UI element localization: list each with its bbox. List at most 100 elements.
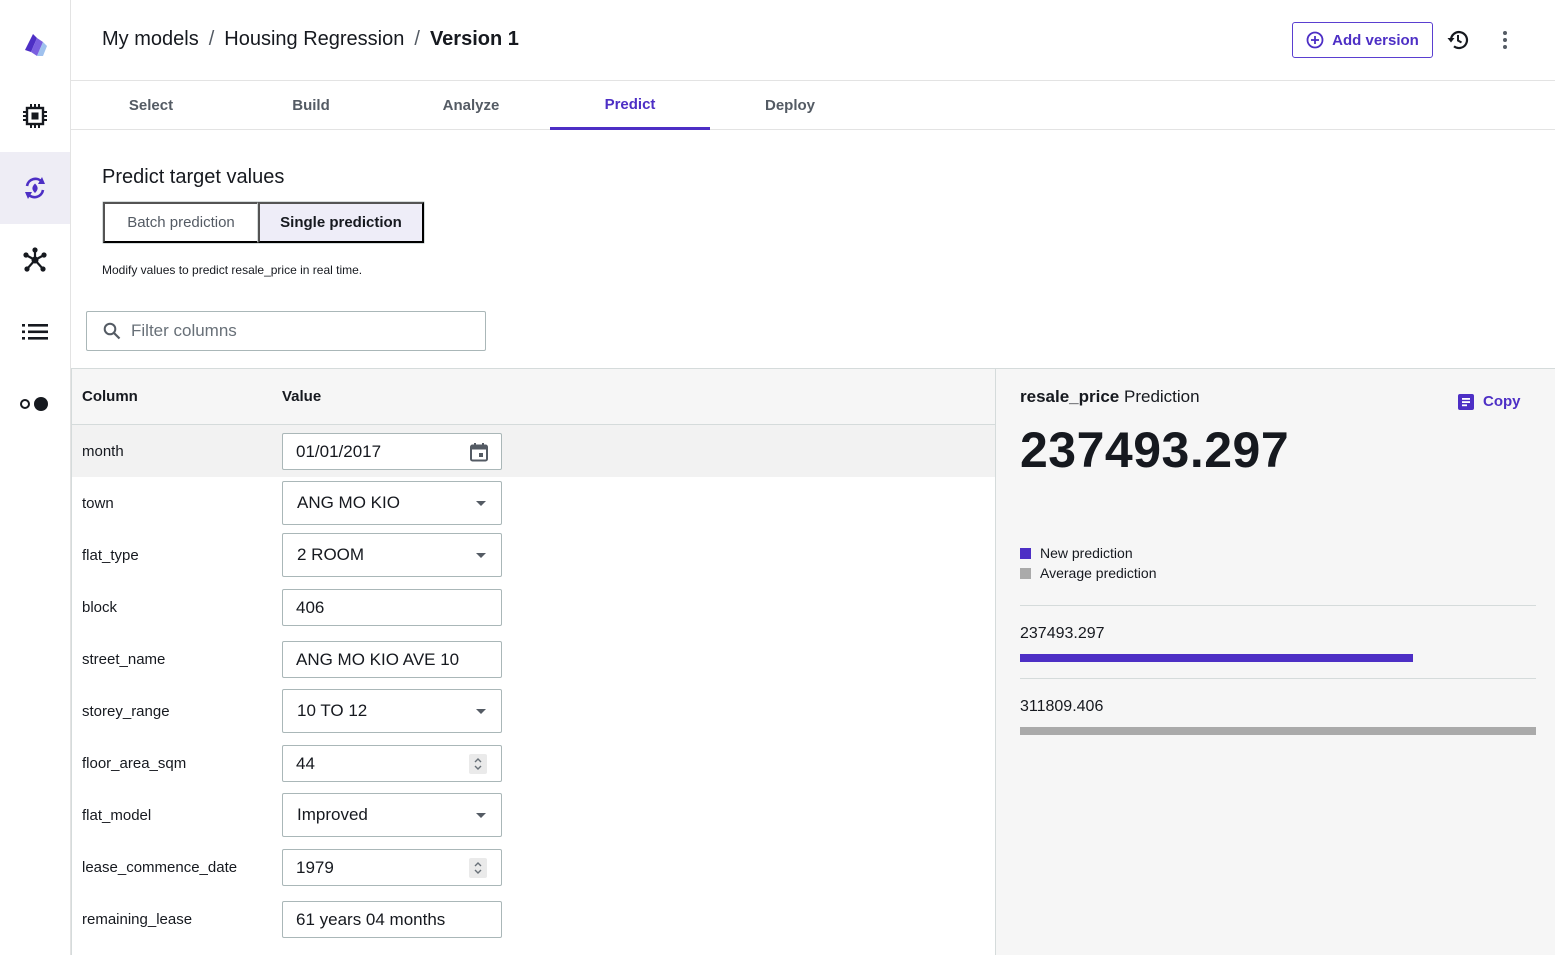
prediction-target: resale_price (1020, 387, 1120, 406)
legend-label-new: New prediction (1040, 545, 1133, 561)
column-header: Column (82, 388, 138, 405)
tab-analyze[interactable]: Analyze (391, 81, 551, 130)
tab-deploy[interactable]: Deploy (710, 81, 870, 130)
table-row: storey_range 10 TO 12 (72, 685, 995, 737)
calendar-icon[interactable] (469, 442, 489, 462)
row-label: block (82, 599, 118, 616)
divider (1020, 678, 1536, 679)
caret-down-icon (476, 500, 486, 506)
caret-down-icon (476, 552, 486, 558)
remaining-lease-input[interactable]: 61 years 04 months (282, 901, 502, 938)
table-row: town ANG MO KIO (72, 477, 995, 529)
prediction-title: resale_price Prediction (1020, 387, 1200, 407)
row-label: street_name (82, 651, 166, 668)
input-value: 01/01/2017 (296, 441, 382, 461)
row-label: lease_commence_date (82, 859, 238, 876)
rail-item-list[interactable] (0, 296, 70, 368)
prediction-suffix: Prediction (1123, 387, 1200, 406)
select-value: 10 TO 12 (297, 701, 368, 720)
breadcrumb-model[interactable]: Housing Regression (224, 28, 404, 51)
value-header: Value (282, 388, 322, 405)
history-icon (1447, 31, 1469, 50)
row-label: remaining_lease (82, 911, 193, 928)
input-value: ANG MO KIO AVE 10 (296, 649, 460, 669)
model-cycle-icon (25, 177, 45, 199)
input-value: 44 (296, 753, 315, 773)
stepper-arrows-icon (474, 861, 482, 874)
copy-label: Copy (1483, 393, 1521, 410)
number-stepper[interactable] (469, 753, 487, 774)
tab-build[interactable]: Build (231, 81, 391, 130)
legend-item-new: New prediction (1020, 543, 1156, 563)
breadcrumb-my-models[interactable]: My models (102, 28, 199, 51)
table-row: flat_type 2 ROOM (72, 529, 995, 581)
row-label: storey_range (82, 703, 170, 720)
street-name-input[interactable]: ANG MO KIO AVE 10 (282, 641, 502, 678)
legend-item-average: Average prediction (1020, 563, 1156, 583)
row-label: flat_model (82, 807, 152, 824)
table-row: block 406 (72, 581, 995, 633)
prediction-mode-toggle: Batch prediction Single prediction (102, 201, 425, 244)
new-prediction-value: 237493.297 (1020, 625, 1105, 642)
toggle-dots-icon (20, 397, 48, 411)
page-title: Predict target values (102, 166, 285, 188)
search-icon (103, 322, 121, 340)
table-row: street_name ANG MO KIO AVE 10 (72, 633, 995, 685)
table-row: floor_area_sqm 44 (72, 737, 995, 789)
page-header: My models / Housing Regression / Version… (71, 0, 1555, 81)
legend-swatch-average (1020, 567, 1031, 579)
town-select[interactable]: ANG MO KIO (282, 481, 502, 525)
tab-predict[interactable]: Predict (550, 81, 710, 130)
flat-model-select[interactable]: Improved (282, 793, 502, 837)
legend-label-average: Average prediction (1040, 565, 1157, 581)
input-value: 406 (296, 597, 325, 617)
storey-range-select[interactable]: 10 TO 12 (282, 689, 502, 733)
input-value: 1979 (296, 857, 334, 877)
left-rail (0, 0, 71, 955)
more-vertical-icon (1503, 31, 1507, 49)
row-label: flat_type (82, 547, 139, 564)
select-value: 2 ROOM (297, 545, 365, 564)
number-stepper[interactable] (469, 857, 487, 878)
table-row: lease_commence_date 1979 (72, 841, 995, 893)
rail-item-toggle[interactable] (0, 368, 70, 440)
row-label: town (82, 495, 114, 512)
table-row: month 01/01/2017 (72, 425, 995, 477)
table-row: flat_model Improved (72, 789, 995, 841)
row-label: floor_area_sqm (82, 755, 187, 772)
filter-columns-input[interactable]: Filter columns (86, 311, 486, 351)
rail-item-models[interactable] (0, 152, 70, 224)
lease-commence-number-input[interactable]: 1979 (282, 849, 502, 886)
average-prediction-bar (1020, 727, 1536, 735)
chart-legend: New prediction Average prediction (1020, 543, 1156, 583)
table-row: remaining_lease 61 years 04 months (72, 893, 995, 945)
single-prediction-button[interactable]: Single prediction (258, 202, 424, 243)
rail-item-hub[interactable] (0, 224, 70, 296)
list-icon (22, 324, 48, 340)
block-input[interactable]: 406 (282, 589, 502, 626)
batch-prediction-button[interactable]: Batch prediction (103, 202, 258, 243)
select-value: Improved (297, 805, 368, 824)
stepper-arrows-icon (474, 757, 482, 770)
caret-down-icon (476, 812, 486, 818)
history-button[interactable] (1446, 28, 1470, 57)
prediction-hint: Modify values to predict resale_price in… (102, 263, 363, 277)
new-prediction-bar (1020, 654, 1413, 662)
app-logo[interactable] (0, 8, 70, 80)
columns-table: Column Value month 01/01/2017 town ANG M… (71, 368, 996, 955)
floor-area-number-input[interactable]: 44 (282, 745, 502, 782)
table-header: Column Value (72, 369, 995, 425)
more-options-button[interactable] (1495, 28, 1515, 57)
tab-select[interactable]: Select (71, 81, 231, 130)
rail-item-compute[interactable] (0, 80, 70, 152)
copy-button[interactable]: Copy (1458, 393, 1521, 410)
add-version-button[interactable]: Add version (1292, 22, 1433, 58)
legend-swatch-new (1020, 547, 1031, 559)
date-input[interactable]: 01/01/2017 (282, 433, 502, 470)
row-label: month (82, 443, 124, 460)
breadcrumb-separator: / (208, 28, 215, 50)
chip-icon (23, 104, 47, 128)
breadcrumb-separator: / (414, 28, 420, 50)
divider (1020, 605, 1536, 606)
flat-type-select[interactable]: 2 ROOM (282, 533, 502, 577)
